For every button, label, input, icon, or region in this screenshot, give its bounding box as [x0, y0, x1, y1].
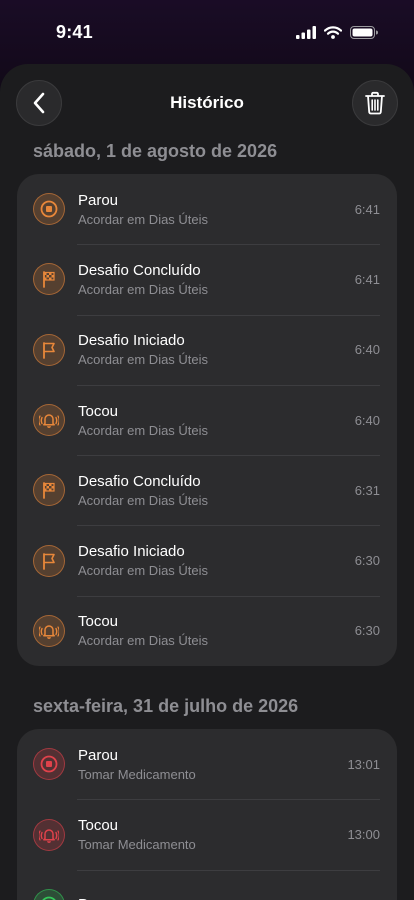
checkered-flag-icon	[33, 263, 65, 296]
section-date-header: sexta-feira, 31 de julho de 2026	[33, 696, 299, 717]
alarm-name: Acordar em Dias Úteis	[78, 492, 209, 508]
stop-icon	[33, 193, 65, 226]
battery-icon	[350, 25, 378, 39]
row-text: Desafio Iniciado Acordar em Dias Úteis	[78, 542, 355, 579]
event-title: Tocou	[78, 613, 119, 631]
event-title: Desafio Iniciado	[78, 543, 185, 561]
alarm-name: Acordar em Dias Úteis	[78, 422, 209, 438]
history-row[interactable]: Parou	[33, 869, 380, 900]
flag-icon	[33, 333, 65, 366]
row-text: Parou Acordar em Dias Úteis	[78, 191, 355, 228]
event-title: Desafio Concluído	[78, 472, 201, 490]
row-text: Tocou Acordar em Dias Úteis	[78, 402, 355, 439]
history-row[interactable]: Desafio Iniciado Acordar em Dias Úteis 6:3…	[33, 525, 380, 595]
history-list: sábado, 1 de agosto de 2026 Parou Acordar …	[0, 141, 414, 900]
alarm-name: Acordar em Dias Úteis	[78, 281, 209, 297]
event-time: 6:31	[354, 482, 380, 498]
history-row[interactable]: Parou Acordar em Dias Úteis 6:41	[33, 174, 380, 244]
row-text: Parou	[78, 895, 380, 900]
event-time: 6:40	[354, 342, 380, 358]
event-time: 13:01	[347, 756, 380, 772]
wifi-icon	[324, 25, 342, 39]
event-time: 6:30	[354, 623, 380, 639]
alarm-name: Acordar em Dias Úteis	[78, 352, 209, 368]
alarm-name: Tomar Medicamento	[78, 766, 196, 782]
history-row[interactable]: Tocou Acordar em Dias Úteis 6:40	[33, 384, 380, 455]
event-time: 6:41	[354, 271, 380, 287]
history-row[interactable]: Desafio Iniciado Acordar em Dias Úteis 6:4…	[33, 314, 380, 385]
event-title: Tocou	[78, 817, 119, 835]
row-text: Desafio Iniciado Acordar em Dias Úteis	[78, 331, 355, 368]
history-row[interactable]: Tocou Acordar em Dias Úteis 6:30	[33, 595, 380, 666]
event-time: 13:00	[347, 827, 380, 843]
trash-icon	[365, 91, 385, 115]
event-time: 6:40	[354, 412, 380, 428]
section-date-header: sábado, 1 de agosto de 2026	[33, 141, 278, 161]
row-text: Parou Tomar Medicamento	[78, 746, 347, 783]
alarm-name: Tomar Medicamento	[78, 837, 196, 853]
ringing-bell-icon	[33, 614, 65, 647]
history-row[interactable]: Tocou Tomar Medicamento 13:00	[33, 799, 380, 869]
event-time: 6:30	[354, 553, 380, 569]
row-text: Desafio Concluído Acordar em Dias Úteis	[78, 472, 355, 509]
ringing-bell-icon	[33, 818, 65, 851]
history-sheet: Histórico sábado, 1 de agosto de 2026 Par…	[0, 64, 414, 900]
event-title: Desafio Concluído	[78, 261, 201, 279]
event-title: Parou	[78, 191, 119, 209]
row-text: Tocou Acordar em Dias Úteis	[78, 612, 355, 649]
stop-icon	[33, 748, 65, 781]
alarm-name: Acordar em Dias Úteis	[78, 633, 209, 649]
history-row[interactable]: Parou Tomar Medicamento 13:01	[33, 729, 380, 799]
navigation-bar: Histórico	[0, 64, 414, 142]
alarm-name: Acordar em Dias Úteis	[78, 563, 209, 579]
stop-icon	[33, 888, 65, 900]
cellular-signal-icon	[296, 25, 316, 39]
delete-history-button[interactable]	[352, 80, 398, 126]
event-time: 6:41	[354, 201, 380, 217]
history-row[interactable]: Desafio Concluído Acordar em Dias Úteis 6:…	[33, 455, 380, 525]
ringing-bell-icon	[33, 404, 65, 437]
event-title: Desafio Iniciado	[78, 332, 185, 350]
history-card: Parou Tomar Medicamento 13:01 Tocou Tomar Me…	[17, 729, 397, 900]
history-card: Parou Acordar em Dias Úteis 6:41 Desafio Co…	[17, 174, 397, 667]
status-icons	[296, 25, 378, 39]
alarm-name: Acordar em Dias Úteis	[78, 211, 209, 227]
event-title: Tocou	[78, 402, 119, 420]
event-title: Parou	[78, 895, 380, 900]
status-time: 9:41	[56, 21, 93, 42]
row-text: Tocou Tomar Medicamento	[78, 816, 347, 853]
status-bar: 9:41	[0, 0, 414, 64]
history-row[interactable]: Desafio Concluído Acordar em Dias Úteis 6:…	[33, 244, 380, 314]
row-text: Desafio Concluído Acordar em Dias Úteis	[78, 261, 355, 298]
event-title: Parou	[78, 746, 119, 764]
checkered-flag-icon	[33, 474, 65, 507]
flag-icon	[33, 544, 65, 577]
